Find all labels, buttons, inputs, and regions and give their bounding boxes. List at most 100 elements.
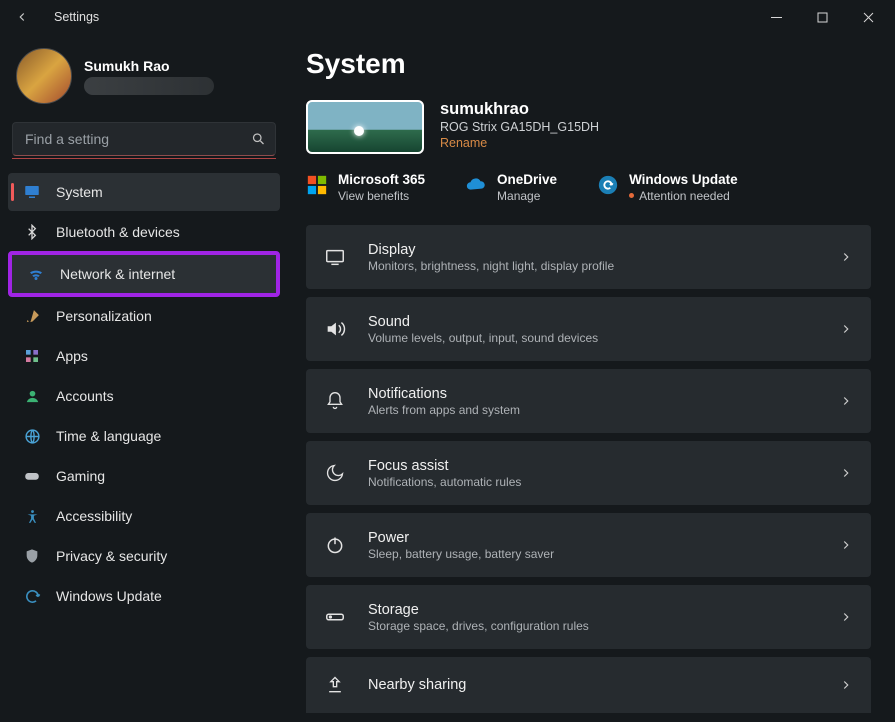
status-onedrive[interactable]: OneDrive Manage bbox=[465, 172, 557, 203]
back-button[interactable] bbox=[8, 3, 36, 31]
status-title: OneDrive bbox=[497, 172, 557, 188]
sidebar-item-update[interactable]: Windows Update bbox=[8, 577, 280, 615]
accessibility-icon bbox=[22, 506, 42, 526]
status-sub: Attention needed bbox=[629, 189, 738, 203]
status-sub: Manage bbox=[497, 189, 557, 203]
sidebar-item-label: Time & language bbox=[56, 428, 161, 444]
card-notifications[interactable]: NotificationsAlerts from apps and system bbox=[306, 369, 871, 433]
power-icon bbox=[324, 535, 346, 555]
status-windows-update[interactable]: Windows Update Attention needed bbox=[597, 172, 738, 203]
sidebar-item-label: Apps bbox=[56, 348, 88, 364]
minimize-button[interactable] bbox=[753, 2, 799, 32]
globe-icon bbox=[22, 426, 42, 446]
update-circle-icon bbox=[597, 174, 619, 196]
card-title: Nearby sharing bbox=[368, 677, 817, 693]
status-title: Windows Update bbox=[629, 172, 738, 188]
sidebar-item-accounts[interactable]: Accounts bbox=[8, 377, 280, 415]
chevron-right-icon bbox=[839, 250, 853, 264]
sidebar-item-gaming[interactable]: Gaming bbox=[8, 457, 280, 495]
card-sub: Sleep, battery usage, battery saver bbox=[368, 547, 817, 561]
update-icon bbox=[22, 586, 42, 606]
card-display[interactable]: DisplayMonitors, brightness, night light… bbox=[306, 225, 871, 289]
card-title: Power bbox=[368, 530, 817, 546]
card-nearby[interactable]: Nearby sharing bbox=[306, 657, 871, 713]
chevron-right-icon bbox=[839, 322, 853, 336]
system-cards: DisplayMonitors, brightness, night light… bbox=[306, 225, 871, 713]
chevron-right-icon bbox=[839, 678, 853, 692]
card-sub: Notifications, automatic rules bbox=[368, 475, 817, 489]
display-icon bbox=[324, 246, 346, 268]
status-sub: View benefits bbox=[338, 189, 425, 203]
page-title: System bbox=[306, 48, 871, 80]
device-model: ROG Strix GA15DH_G15DH bbox=[440, 120, 599, 134]
sound-icon bbox=[324, 318, 346, 340]
status-microsoft365[interactable]: Microsoft 365 View benefits bbox=[306, 172, 425, 203]
wifi-icon bbox=[26, 264, 46, 284]
search-underline bbox=[12, 158, 276, 159]
chevron-right-icon bbox=[839, 610, 853, 624]
device-thumbnail[interactable] bbox=[306, 100, 424, 154]
sidebar-item-accessibility[interactable]: Accessibility bbox=[8, 497, 280, 535]
sidebar-item-time[interactable]: Time & language bbox=[8, 417, 280, 455]
card-sub: Storage space, drives, configuration rul… bbox=[368, 619, 817, 633]
card-title: Focus assist bbox=[368, 458, 817, 474]
card-title: Display bbox=[368, 242, 817, 258]
device-rename-link[interactable]: Rename bbox=[440, 136, 599, 150]
status-row: Microsoft 365 View benefits OneDrive Man… bbox=[306, 172, 871, 203]
sidebar-item-bluetooth[interactable]: Bluetooth & devices bbox=[8, 213, 280, 251]
sidebar-item-system[interactable]: System bbox=[8, 173, 280, 211]
highlight-network: Network & internet bbox=[8, 251, 280, 297]
avatar bbox=[16, 48, 72, 104]
search-input[interactable] bbox=[12, 122, 276, 156]
chevron-right-icon bbox=[839, 466, 853, 480]
shield-icon bbox=[22, 546, 42, 566]
bell-icon bbox=[324, 391, 346, 411]
app-title: Settings bbox=[54, 10, 99, 24]
monitor-icon bbox=[22, 182, 42, 202]
titlebar: Settings bbox=[0, 0, 895, 34]
sidebar: Sumukh Rao System Bluetooth & devices bbox=[0, 34, 288, 722]
sidebar-item-label: Accessibility bbox=[56, 508, 132, 524]
card-sub: Alerts from apps and system bbox=[368, 403, 817, 417]
card-sound[interactable]: SoundVolume levels, output, input, sound… bbox=[306, 297, 871, 361]
apps-icon bbox=[22, 346, 42, 366]
device-row: sumukhrao ROG Strix GA15DH_G15DH Rename bbox=[306, 100, 871, 154]
content: System sumukhrao ROG Strix GA15DH_G15DH … bbox=[288, 34, 895, 722]
sidebar-item-label: Bluetooth & devices bbox=[56, 224, 180, 240]
gamepad-icon bbox=[22, 466, 42, 486]
nav: System Bluetooth & devices Network & int… bbox=[8, 173, 280, 615]
chevron-right-icon bbox=[839, 538, 853, 552]
sidebar-item-personalization[interactable]: Personalization bbox=[8, 297, 280, 335]
bluetooth-icon bbox=[22, 222, 42, 242]
card-title: Sound bbox=[368, 314, 817, 330]
sidebar-item-label: Personalization bbox=[56, 308, 152, 324]
device-name: sumukhrao bbox=[440, 100, 599, 119]
search-wrap bbox=[12, 122, 276, 156]
cloud-icon bbox=[465, 174, 487, 196]
card-focus[interactable]: Focus assistNotifications, automatic rul… bbox=[306, 441, 871, 505]
sidebar-item-privacy[interactable]: Privacy & security bbox=[8, 537, 280, 575]
close-button[interactable] bbox=[845, 2, 891, 32]
sidebar-item-label: Gaming bbox=[56, 468, 105, 484]
card-sub: Monitors, brightness, night light, displ… bbox=[368, 259, 817, 273]
maximize-button[interactable] bbox=[799, 2, 845, 32]
sidebar-item-label: System bbox=[56, 184, 103, 200]
profile-email-redacted bbox=[84, 77, 214, 95]
person-icon bbox=[22, 386, 42, 406]
profile-block[interactable]: Sumukh Rao bbox=[8, 44, 280, 112]
card-title: Notifications bbox=[368, 386, 817, 402]
sidebar-item-label: Privacy & security bbox=[56, 548, 167, 564]
storage-icon bbox=[324, 606, 346, 628]
sidebar-item-apps[interactable]: Apps bbox=[8, 337, 280, 375]
brush-icon bbox=[22, 306, 42, 326]
search-icon bbox=[251, 132, 266, 147]
share-icon bbox=[324, 675, 346, 695]
microsoft-icon bbox=[306, 174, 328, 196]
card-sub: Volume levels, output, input, sound devi… bbox=[368, 331, 817, 345]
card-power[interactable]: PowerSleep, battery usage, battery saver bbox=[306, 513, 871, 577]
sidebar-item-label: Windows Update bbox=[56, 588, 162, 604]
card-storage[interactable]: StorageStorage space, drives, configurat… bbox=[306, 585, 871, 649]
chevron-right-icon bbox=[839, 394, 853, 408]
profile-name: Sumukh Rao bbox=[84, 58, 214, 74]
sidebar-item-network[interactable]: Network & internet bbox=[12, 255, 276, 293]
